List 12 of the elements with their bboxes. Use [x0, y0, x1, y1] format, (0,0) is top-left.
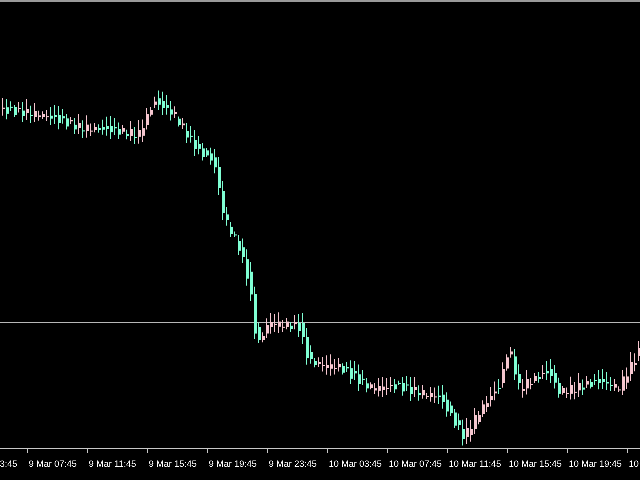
- time-label: 10 Mar 07:45: [389, 459, 442, 469]
- time-label: 9 Mar 07:45: [29, 459, 78, 469]
- time-label: 9 Mar 11:45: [89, 459, 136, 469]
- time-label: 10 Mar 11:45: [449, 459, 502, 469]
- time-label: 3:45: [0, 459, 18, 469]
- time-label: 10 Mar 19:45: [569, 459, 622, 469]
- time-label: 9 Mar 19:45: [209, 459, 258, 469]
- time-label: 10 Mar 03:45: [329, 459, 382, 469]
- time-label: 9 Mar 23:45: [269, 459, 318, 469]
- time-label: 9 Mar 15:45: [149, 459, 198, 469]
- time-label: 10: [629, 459, 640, 469]
- time-label: 10 Mar 15:45: [509, 459, 562, 469]
